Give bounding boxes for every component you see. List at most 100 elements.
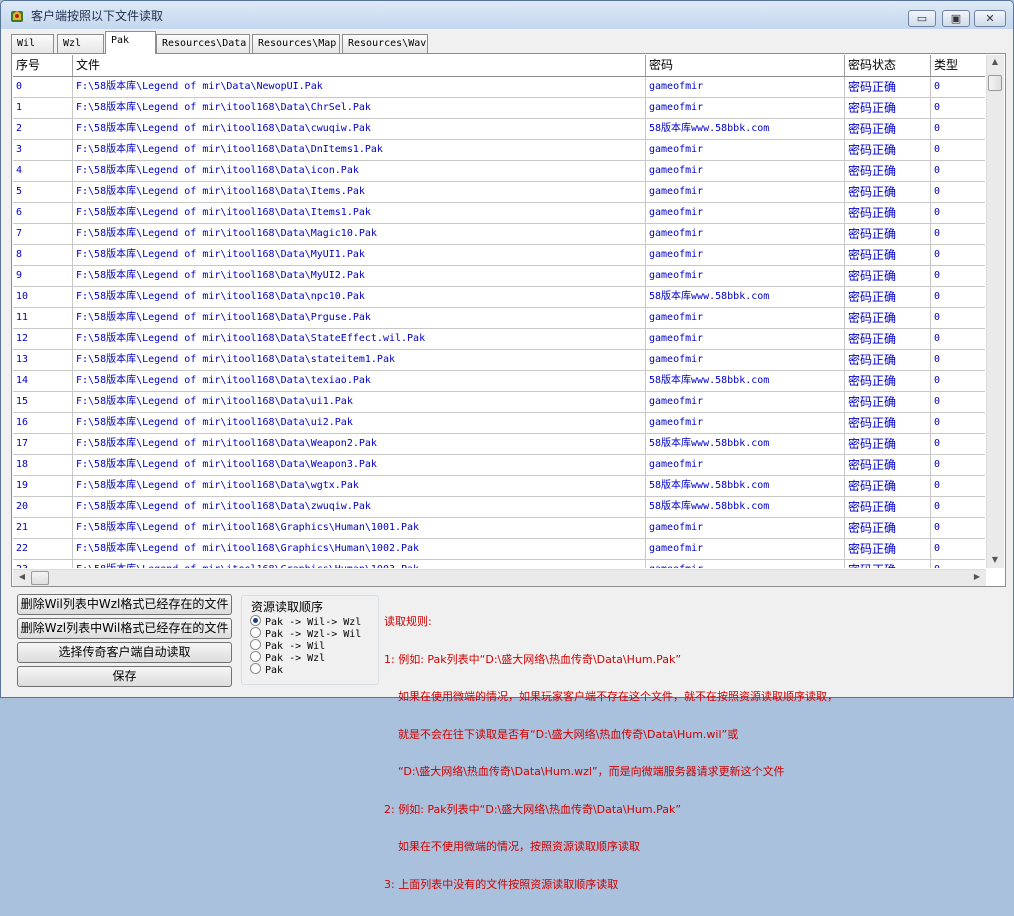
order-option-pak-wil[interactable]: Pak -> Wil [250, 639, 325, 652]
table-row[interactable]: 22 F:\58版本库\Legend of mir\itool168\Graphi… [13, 539, 985, 560]
cell-type: 0 [934, 186, 941, 197]
cell-password-status: 密码正确 [845, 497, 931, 517]
cell-type: 0 [934, 501, 941, 512]
horizontal-scrollbar[interactable]: ◀ ▶ [13, 569, 986, 586]
cell-password: gameofmir [646, 455, 845, 475]
table-row[interactable]: 7 F:\58版本库\Legend of mir\itool168\Data\Ma… [13, 224, 985, 245]
cell-password: 58版本库www.58bbk.com [646, 371, 845, 391]
maximize-button[interactable]: ▣ [942, 10, 970, 27]
cell-password-status: 密码正确 [845, 77, 931, 97]
title-bar: 客户端按照以下文件读取 ▭ ▣ ✕ [1, 1, 1013, 29]
cell-file: F:\58版本库\Legend of mir\itool168\Graphics… [73, 539, 646, 559]
cell-file: F:\58版本库\Legend of mir\itool168\Data\Chr… [73, 98, 646, 118]
cell-file: F:\58版本库\Legend of mir\itool168\Data\wgt… [73, 476, 646, 496]
vertical-scroll-thumb[interactable] [988, 75, 1002, 91]
cell-password: gameofmir [646, 539, 845, 559]
table-row[interactable]: 16 F:\58版本库\Legend of mir\itool168\Data\u… [13, 413, 985, 434]
scroll-down-icon[interactable]: ▼ [987, 555, 1003, 564]
pak-file-grid[interactable]: 序号 文件 密码 密码状态 类型 0 F:\58版本库\Legend of mir… [13, 55, 985, 568]
tab-resources-data[interactable]: Resources\Data [156, 34, 250, 53]
grid-header: 序号 文件 密码 密码状态 类型 [13, 55, 985, 77]
table-row[interactable]: 1 F:\58版本库\Legend of mir\itool168\Data\Ch… [13, 98, 985, 119]
cell-file: F:\58版本库\Legend of mir\itool168\Data\DnI… [73, 140, 646, 160]
radio-icon[interactable] [250, 651, 261, 662]
table-row[interactable]: 21 F:\58版本库\Legend of mir\itool168\Graphi… [13, 518, 985, 539]
window-title: 客户端按照以下文件读取 [31, 9, 164, 23]
vertical-scrollbar[interactable]: ▲ ▼ [986, 55, 1004, 568]
tab-wil[interactable]: Wil [11, 34, 54, 53]
tab-pak[interactable]: Pak [105, 31, 156, 54]
radio-selected-icon[interactable] [250, 615, 261, 626]
cell-password-status: 密码正确 [845, 518, 931, 538]
table-row[interactable]: 9 F:\58版本库\Legend of mir\itool168\Data\My… [13, 266, 985, 287]
cell-password-status: 密码正确 [845, 413, 931, 433]
select-client-auto-read-button[interactable]: 选择传奇客户端自动读取 [17, 642, 232, 663]
table-row[interactable]: 17 F:\58版本库\Legend of mir\itool168\Data\W… [13, 434, 985, 455]
column-header-index[interactable]: 序号 [13, 55, 73, 76]
close-button[interactable]: ✕ [974, 10, 1006, 27]
cell-type: 0 [934, 291, 941, 302]
cell-file: F:\58版本库\Legend of mir\itool168\Data\Sta… [73, 329, 646, 349]
table-row[interactable]: 6 F:\58版本库\Legend of mir\itool168\Data\It… [13, 203, 985, 224]
radio-icon[interactable] [250, 663, 261, 674]
cell-file: F:\58版本库\Legend of mir\itool168\Data\ui2… [73, 413, 646, 433]
cell-index: 8 [13, 245, 73, 265]
cell-password-status: 密码正确 [845, 476, 931, 496]
scroll-left-icon[interactable]: ◀ [14, 572, 30, 581]
cell-password: gameofmir [646, 308, 845, 328]
table-row[interactable]: 11 F:\58版本库\Legend of mir\itool168\Data\P… [13, 308, 985, 329]
minimize-button[interactable]: ▭ [908, 10, 936, 27]
horizontal-scroll-thumb[interactable] [31, 571, 49, 585]
radio-icon[interactable] [250, 627, 261, 638]
table-row[interactable]: 13 F:\58版本库\Legend of mir\itool168\Data\s… [13, 350, 985, 371]
cell-index: 11 [13, 308, 73, 328]
table-row[interactable]: 12 F:\58版本库\Legend of mir\itool168\Data\S… [13, 329, 985, 350]
column-header-file[interactable]: 文件 [73, 55, 646, 76]
order-option-pak-wzl-wil[interactable]: Pak -> Wzl-> Wil [250, 627, 361, 640]
table-row[interactable]: 8 F:\58版本库\Legend of mir\itool168\Data\My… [13, 245, 985, 266]
order-option-pak-wzl[interactable]: Pak -> Wzl [250, 651, 325, 664]
cell-file: F:\58版本库\Legend of mir\itool168\Data\Prg… [73, 308, 646, 328]
tab-wzl[interactable]: Wzl [57, 34, 104, 53]
order-option-pak-wil-wzl[interactable]: Pak -> Wil-> Wzl [250, 615, 361, 628]
column-header-password-status[interactable]: 密码状态 [845, 55, 931, 76]
table-row[interactable]: 3 F:\58版本库\Legend of mir\itool168\Data\Dn… [13, 140, 985, 161]
cell-file: F:\58版本库\Legend of mir\itool168\Data\MyU… [73, 266, 646, 286]
table-row[interactable]: 23F:\58版本库\Legend of mir\itool168\Graphi… [13, 560, 985, 568]
delete-wil-duplicates-button[interactable]: 删除Wil列表中Wzl格式已经存在的文件 [17, 594, 232, 615]
table-row[interactable]: 20 F:\58版本库\Legend of mir\itool168\Data\z… [13, 497, 985, 518]
table-row[interactable]: 15 F:\58版本库\Legend of mir\itool168\Data\u… [13, 392, 985, 413]
table-row[interactable]: 5 F:\58版本库\Legend of mir\itool168\Data\It… [13, 182, 985, 203]
delete-wzl-duplicates-button[interactable]: 删除Wzl列表中Wil格式已经存在的文件 [17, 618, 232, 639]
cell-index: 3 [13, 140, 73, 160]
table-row[interactable]: 4 F:\58版本库\Legend of mir\itool168\Data\ic… [13, 161, 985, 182]
cell-type: 0 [934, 333, 941, 344]
cell-file: F:\58版本库\Legend of mir\itool168\Data\tex… [73, 371, 646, 391]
cell-index: 5 [13, 182, 73, 202]
rules-line: 3: 上面列表中没有的文件按照资源读取顺序读取 [384, 877, 619, 891]
cell-index: 1 [13, 98, 73, 118]
table-row[interactable]: 0 F:\58版本库\Legend of mir\Data\NewopUI.Pak… [13, 77, 985, 98]
table-row[interactable]: 19 F:\58版本库\Legend of mir\itool168\Data\w… [13, 476, 985, 497]
cell-index: 10 [13, 287, 73, 307]
cell-type: 0 [934, 144, 941, 155]
scroll-up-icon[interactable]: ▲ [987, 57, 1003, 66]
tab-resources-wav[interactable]: Resources\Wav [342, 34, 428, 53]
table-row[interactable]: 18 F:\58版本库\Legend of mir\itool168\Data\W… [13, 455, 985, 476]
column-header-password[interactable]: 密码 [646, 55, 845, 76]
cell-file: F:\58版本库\Legend of mir\itool168\Data\Ite… [73, 203, 646, 223]
table-row[interactable]: 2 F:\58版本库\Legend of mir\itool168\Data\cw… [13, 119, 985, 140]
main-window: 客户端按照以下文件读取 ▭ ▣ ✕ Wil Wzl Pak Resources\… [0, 0, 1014, 890]
cell-file: F:\58版本库\Legend of mir\itool168\Graphics… [73, 518, 646, 538]
cell-file: F:\58版本库\Legend of mir\itool168\Data\Ite… [73, 182, 646, 202]
table-row[interactable]: 14 F:\58版本库\Legend of mir\itool168\Data\t… [13, 371, 985, 392]
cell-type: 0 [934, 543, 941, 554]
scroll-right-icon[interactable]: ▶ [969, 572, 985, 581]
cell-password-status: 密码正确 [845, 161, 931, 181]
tab-resources-map[interactable]: Resources\Map [252, 34, 340, 53]
table-row[interactable]: 10 F:\58版本库\Legend of mir\itool168\Data\n… [13, 287, 985, 308]
order-option-pak[interactable]: Pak [250, 663, 283, 676]
column-header-type[interactable]: 类型 [931, 55, 985, 76]
radio-icon[interactable] [250, 639, 261, 650]
save-button[interactable]: 保存 [17, 666, 232, 687]
